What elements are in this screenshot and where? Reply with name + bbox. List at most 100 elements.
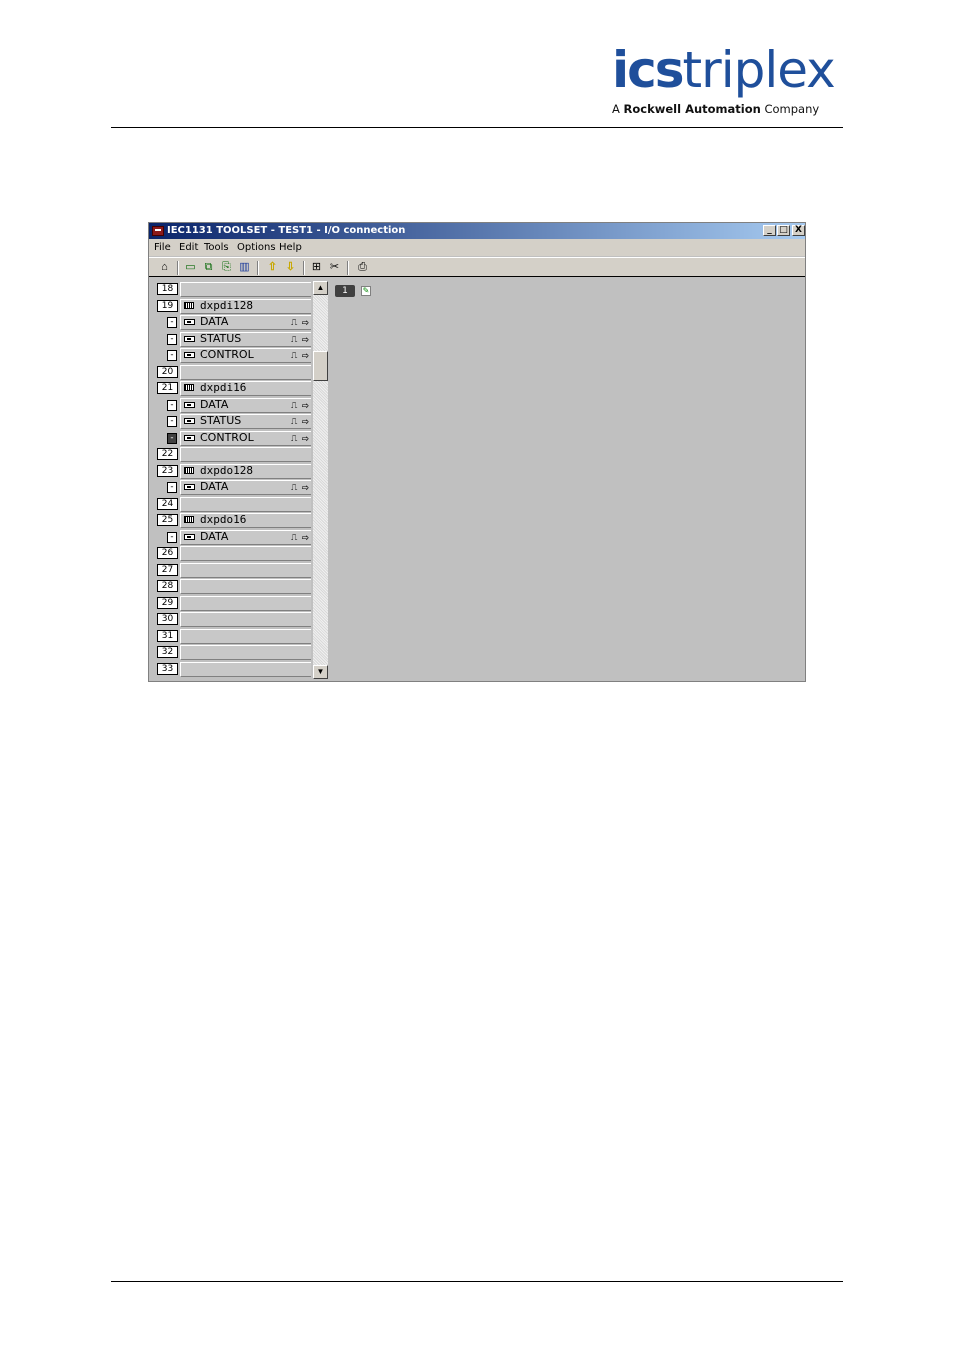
- rack-workspace[interactable]: 1 ✎: [329, 281, 805, 679]
- channel-connect-icons[interactable]: ⎍ ⇨: [291, 333, 310, 345]
- menu-file[interactable]: File: [154, 239, 171, 256]
- slot-row[interactable]: 26: [149, 545, 312, 561]
- title-bar[interactable]: IEC1131 TOOLSET - TEST1 - I/O connection…: [149, 223, 805, 239]
- module-row[interactable]: 21 dxpdi16: [149, 380, 312, 396]
- delete-icon[interactable]: ▥: [238, 261, 251, 274]
- slot-row[interactable]: 32: [149, 644, 312, 660]
- open-icon[interactable]: ⌂: [158, 261, 171, 274]
- slot-number[interactable]: 22: [157, 448, 178, 460]
- module-name: dxpdi16: [200, 381, 247, 394]
- menu-help[interactable]: Help: [279, 239, 302, 256]
- channel-connect-icons[interactable]: ⎍ ⇨: [291, 531, 310, 543]
- module-icon: [184, 384, 194, 391]
- collapse-toggle[interactable]: -: [167, 482, 177, 493]
- paste-module-icon[interactable]: ⎘: [220, 261, 233, 274]
- module-icon[interactable]: ▭: [184, 261, 197, 274]
- slot-number[interactable]: 24: [157, 497, 178, 510]
- slot-row[interactable]: 29: [149, 595, 312, 611]
- slot-row[interactable]: 20: [149, 364, 312, 380]
- collapse-toggle[interactable]: -: [167, 531, 177, 543]
- slot-number[interactable]: 30: [157, 613, 178, 625]
- row-cell[interactable]: [180, 595, 311, 611]
- vertical-scrollbar[interactable]: ▲ ▼: [313, 281, 328, 679]
- channel-connect-icons[interactable]: ⎍ ⇨: [291, 481, 310, 493]
- copy-module-icon[interactable]: ⧉: [202, 261, 215, 274]
- slot-number[interactable]: 25: [157, 514, 178, 526]
- channel-row[interactable]: - CONTROL ⎍ ⇨: [149, 347, 312, 363]
- channel-row[interactable]: - DATA ⎍ ⇨: [149, 397, 312, 413]
- module-row[interactable]: 19 dxpdi128: [149, 298, 312, 314]
- slot-number[interactable]: 29: [157, 596, 178, 609]
- menu-options[interactable]: Options: [237, 239, 276, 256]
- cut-icon[interactable]: ✂: [328, 261, 341, 274]
- row-cell[interactable]: [180, 447, 311, 462]
- app-icon[interactable]: [152, 226, 164, 236]
- slot-row[interactable]: 33: [149, 661, 312, 677]
- print-icon[interactable]: ⎙: [356, 261, 369, 274]
- module-row[interactable]: 23 dxpdo128: [149, 463, 312, 479]
- collapse-toggle[interactable]: -: [167, 333, 177, 345]
- slot-number[interactable]: 19: [157, 299, 178, 312]
- slot-row[interactable]: 30: [149, 611, 312, 627]
- row-cell[interactable]: [180, 496, 311, 512]
- row-cell[interactable]: [180, 628, 311, 644]
- slot-number[interactable]: 23: [157, 464, 178, 477]
- slot-number[interactable]: 33: [157, 662, 178, 675]
- channel-connect-icons[interactable]: ⎍ ⇨: [291, 349, 310, 361]
- slot-number[interactable]: 20: [157, 365, 178, 378]
- properties-icon[interactable]: ⊞: [310, 261, 323, 274]
- channel-row[interactable]: - DATA ⎍ ⇨: [149, 479, 312, 495]
- slot-number[interactable]: 31: [157, 629, 178, 642]
- row-cell[interactable]: [180, 661, 311, 677]
- row-cell[interactable]: [180, 546, 311, 561]
- scroll-down-button[interactable]: ▼: [313, 665, 328, 679]
- row-cell[interactable]: [180, 562, 311, 578]
- rack-number-badge[interactable]: 1: [335, 285, 355, 297]
- rack-edit-icon[interactable]: ✎: [361, 286, 371, 296]
- down-arrow-icon[interactable]: ⇩: [284, 261, 297, 274]
- minimize-button[interactable]: _: [763, 225, 776, 236]
- close-button[interactable]: X: [792, 225, 805, 236]
- slot-number[interactable]: 18: [157, 283, 178, 295]
- channel-connect-icons[interactable]: ⎍ ⇨: [291, 399, 310, 411]
- row-cell[interactable]: [180, 364, 311, 380]
- row-cell[interactable]: [180, 612, 311, 627]
- slot-number[interactable]: 32: [157, 646, 178, 658]
- row-cell[interactable]: [180, 645, 311, 660]
- channel-connect-icons[interactable]: ⎍ ⇨: [291, 316, 310, 328]
- scroll-thumb[interactable]: [313, 351, 328, 381]
- channel-name: STATUS: [200, 331, 242, 345]
- channel-row[interactable]: - STATUS ⎍ ⇨: [149, 413, 312, 429]
- slot-number[interactable]: 21: [157, 382, 178, 394]
- collapse-toggle[interactable]: -: [167, 350, 177, 361]
- menu-tools[interactable]: Tools: [204, 239, 229, 256]
- slot-row[interactable]: 24: [149, 496, 312, 512]
- scroll-up-button[interactable]: ▲: [313, 281, 328, 295]
- row-cell[interactable]: [180, 282, 311, 297]
- channel-connect-icons[interactable]: ⎍ ⇨: [291, 432, 310, 444]
- module-row[interactable]: 25 dxpdo16: [149, 512, 312, 528]
- channel-icon: [184, 352, 195, 358]
- slot-number[interactable]: 26: [157, 547, 178, 559]
- up-arrow-icon[interactable]: ⇧: [266, 261, 279, 274]
- slot-row[interactable]: 31: [149, 628, 312, 644]
- slot-row[interactable]: 28: [149, 578, 312, 594]
- collapse-toggle[interactable]: -: [167, 399, 177, 411]
- channel-connect-icons[interactable]: ⎍ ⇨: [291, 415, 310, 427]
- channel-row[interactable]: - CONTROL ⎍ ⇨: [149, 430, 312, 446]
- channel-row[interactable]: - DATA ⎍ ⇨: [149, 529, 312, 545]
- slot-row[interactable]: 27: [149, 562, 312, 578]
- slot-row[interactable]: 22: [149, 446, 312, 462]
- slot-row[interactable]: 18: [149, 281, 312, 297]
- collapse-toggle[interactable]: -: [167, 416, 177, 427]
- slot-number[interactable]: 28: [157, 580, 178, 592]
- channel-row[interactable]: - STATUS ⎍ ⇨: [149, 331, 312, 347]
- collapse-toggle[interactable]: -: [167, 317, 177, 328]
- channel-row[interactable]: - DATA ⎍ ⇨: [149, 314, 312, 330]
- collapse-toggle[interactable]: -: [167, 432, 177, 444]
- maximize-button[interactable]: □: [777, 225, 790, 236]
- footer-rule: [111, 1281, 843, 1282]
- menu-edit[interactable]: Edit: [179, 239, 198, 256]
- slot-number[interactable]: 27: [157, 563, 178, 576]
- row-cell[interactable]: [180, 579, 311, 594]
